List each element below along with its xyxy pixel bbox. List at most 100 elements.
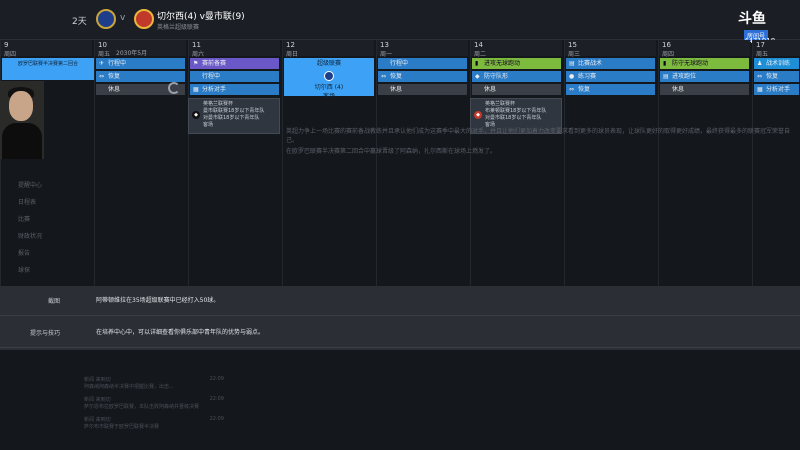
tactics-icon: ▤ [663, 73, 669, 80]
activity-defensive-shape[interactable]: ◆ 防守队形 [472, 71, 561, 82]
schedule-calendar: 9 周四 欧罗巴联赛半决赛第二回合 10 周五 ✈ 行程中 ⇔ 恢复 休息 11 周… [0, 40, 800, 286]
activity-recovery[interactable]: ⇔ 恢复 [754, 71, 799, 82]
info-panel: 截图 阿蒂顿维拉在35场超级联赛中已经打入50球。 提示与技巧 在培养中心中，可… [0, 286, 800, 350]
day-column-17[interactable]: 17 周五 ♟ 战术训练 ⇔ 恢复 ▦ 分析对手 [752, 40, 800, 286]
tips-row-label: 提示与技巧 [30, 330, 61, 337]
news-item[interactable]: 新闻 来到切 22:09 阿森纳阿森纳半决赛中把握比赛，出击... [84, 376, 224, 390]
tactics-icon: ▤ [569, 60, 575, 67]
tactics-icon: ⚑ [193, 60, 199, 67]
day-header: 9 周四 [1, 40, 92, 58]
activity-rest[interactable]: 休息 [660, 84, 749, 95]
day-header: 17 周五 [753, 40, 800, 58]
activity-recovery[interactable]: ⇔ 恢复 [96, 71, 185, 82]
club-crest-icon: ◆ [192, 111, 200, 119]
info-row-text: 阿蒂顿维拉在35场超级联赛中已经打入50球。 [96, 297, 220, 304]
match-competition: 英格兰超级联赛 [157, 24, 200, 31]
match-card-competition: 超级联赛 [316, 60, 341, 67]
activity-attacking-movement[interactable]: ▮ 进攻无球跑动 [472, 58, 561, 69]
streamer-webcam [0, 81, 44, 159]
europa-league-card[interactable]: 欧罗巴联赛半决赛第二回合 [2, 58, 94, 80]
day-weekday: 周四 [4, 51, 17, 58]
match-title[interactable]: 切尔西(4) v曼市联(9) [157, 9, 245, 22]
background-message-line1: 英超力争上一场比赛的赛前备战教练并且承认他们成为这赛季中最大的对手，并且让他们更… [286, 128, 791, 144]
shield-icon: ◆ [475, 73, 480, 80]
day-number: 17 [756, 41, 765, 49]
manchester-united-crest-icon [134, 9, 154, 29]
days-until-match: 2天 [72, 17, 87, 27]
activity-tactical-training[interactable]: ♟ 战术训练 [754, 58, 799, 69]
activity-travel[interactable]: 行程中 [190, 71, 279, 82]
sidebar-item[interactable]: 提醒中心 [0, 180, 80, 197]
recovery-icon: ⇔ [381, 73, 387, 80]
activity-rest[interactable]: 休息 [472, 84, 561, 95]
activity-attacking-positioning[interactable]: ▤ 进攻跑位 [660, 71, 749, 82]
sidebar-item[interactable]: 比赛 [0, 214, 80, 231]
day-number: 16 [662, 41, 671, 49]
activity-defensive-movement[interactable]: ▮ 防守无球跑动 [660, 58, 749, 69]
day-header: 11 周六 [189, 40, 280, 58]
day-header: 13 周一 [377, 40, 468, 58]
background-sidebar: 提醒中心 日程表 比赛 财政状况 报告 球探 [0, 180, 80, 282]
sidebar-item[interactable]: 报告 [0, 248, 80, 265]
recovery-icon: ⇔ [99, 73, 105, 80]
activity-travel[interactable]: ✈ 行程中 [96, 58, 185, 69]
day-column-12[interactable]: 12 周日 超级联赛 切尔西 (4) 客场 [282, 40, 374, 286]
day-number: 14 [474, 41, 483, 49]
day-column-14[interactable]: 14 周二 ▮ 进攻无球跑动 ◆ 防守队形 休息 [470, 40, 562, 286]
recovery-icon: ⇔ [757, 73, 763, 80]
whistle-icon: ● [569, 73, 575, 80]
day-column-11[interactable]: 11 周六 ⚑ 赛前备赛 行程中 ▦ 分析对手 [188, 40, 280, 286]
day-weekday: 周一 [380, 51, 393, 58]
background-message-line2: 在欧罗巴联赛半决赛第二回合中赢球晋级了阿森纳，扎尔西斯在球场上燃发了。 [286, 148, 497, 155]
day-column-16[interactable]: 16 周四 ▮ 防守无球跑动 ▤ 进攻跑位 休息 [658, 40, 750, 286]
day-column-15[interactable]: 15 周三 ▤ 比赛战术 ● 练习赛 ⇔ 恢复 [564, 40, 656, 286]
activity-analyse-opponent[interactable]: ▦ 分析对手 [190, 84, 279, 95]
tips-row: 提示与技巧 在培养中心中，可以详细查看你俱乐部中青年队的优势与弱点。 [0, 318, 800, 348]
vs-label: v [120, 13, 126, 23]
info-row: 截图 阿蒂顿维拉在35场超级联赛中已经打入50球。 [0, 286, 800, 316]
sidebar-item[interactable]: 财政状况 [0, 231, 80, 248]
bus-icon: ✈ [99, 60, 105, 67]
day-weekday: 周三 [568, 51, 581, 58]
training-icon: ▮ [475, 60, 479, 67]
activity-recovery[interactable]: ⇔ 恢复 [378, 71, 467, 82]
activity-recovery[interactable]: ⇔ 恢复 [566, 84, 655, 95]
month-label: 2030年5月 [116, 50, 148, 57]
person-icon: ♟ [757, 60, 763, 67]
youth-match-popup[interactable]: ◆ 英格兰联赛杯 曼市联联赛18岁以下青年队 对曼市联18岁以下青年队 客场 [188, 98, 280, 134]
sidebar-item[interactable]: 球探 [0, 265, 80, 282]
match-day-card[interactable]: 超级联赛 切尔西 (4) 客场 [284, 58, 374, 100]
day-weekday: 周日 [286, 51, 299, 58]
activity-match-tactics[interactable]: ▤ 比赛战术 [566, 58, 655, 69]
analysis-icon: ▦ [757, 86, 763, 93]
activity-match-prep[interactable]: ⚑ 赛前备赛 [190, 58, 279, 69]
chelsea-crest-icon [324, 71, 334, 81]
activity-travel[interactable]: 行程中 [378, 58, 467, 69]
activity-analyse-opponent[interactable]: ▦ 分析对手 [754, 84, 799, 95]
news-item[interactable]: 新闻 来到切 22:09 萨尔恩布拉欧罗巴联赛，本队击败阿森纳并晋级决赛 [84, 396, 224, 410]
sidebar-item[interactable]: 日程表 [0, 197, 80, 214]
day-header: 12 周日 [283, 40, 374, 58]
stream-logo: 斗鱼 [738, 11, 766, 27]
loading-spinner-icon [168, 82, 180, 94]
day-weekday: 周五 [756, 51, 769, 58]
club-crest-icon: ◆ [474, 111, 482, 119]
match-card-venue: 客场 [322, 93, 335, 100]
day-number: 9 [4, 41, 9, 49]
day-weekday: 周二 [474, 51, 487, 58]
activity-rest[interactable]: 休息 [378, 84, 467, 95]
day-number: 13 [380, 41, 389, 49]
info-row-label: 截图 [48, 298, 61, 305]
match-card-team: 切尔西 (4) [314, 84, 344, 91]
day-column-13[interactable]: 13 周一 行程中 ⇔ 恢复 休息 [376, 40, 468, 286]
day-header: 15 周三 [565, 40, 656, 58]
analysis-icon: ▦ [193, 86, 199, 93]
day-header: 16 周四 [659, 40, 750, 58]
chelsea-crest-icon [96, 9, 116, 29]
day-header: 14 周二 [471, 40, 562, 58]
news-item[interactable]: 新闻 来到切 22:09 萨尔布市联赛于欧罗巴联赛半决赛 [84, 416, 224, 430]
activity-practice-match[interactable]: ● 练习赛 [566, 71, 655, 82]
day-column-10[interactable]: 10 周五 ✈ 行程中 ⇔ 恢复 休息 [94, 40, 186, 286]
day-weekday: 周六 [192, 51, 205, 58]
day-weekday: 周四 [662, 51, 675, 58]
